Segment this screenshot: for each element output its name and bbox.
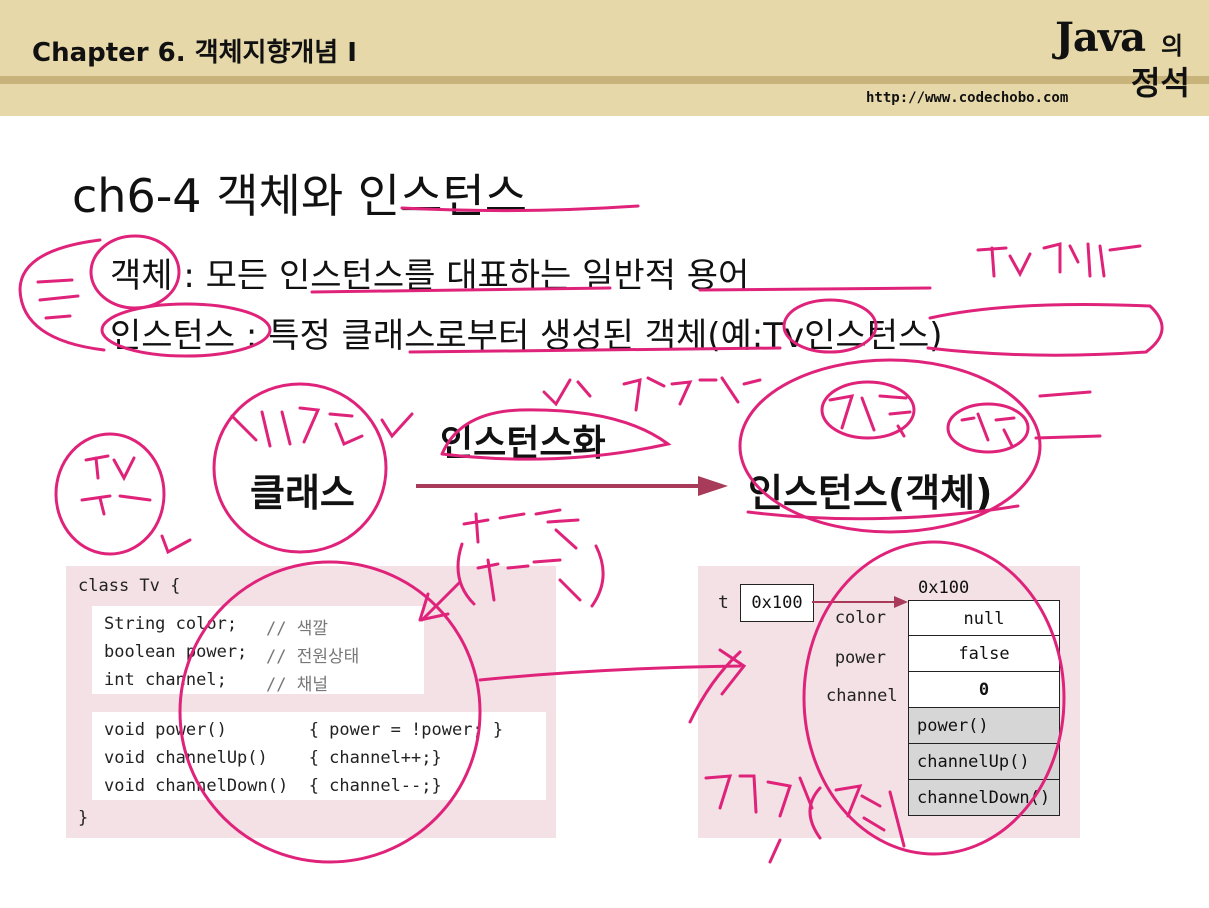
- logo-java-text: Java: [1055, 14, 1146, 61]
- field-value: false: [908, 636, 1060, 672]
- slide-title: ch6-4 객체와 인스턴스: [72, 169, 528, 223]
- chapter-title: Chapter 6. 객체지향개념 I: [32, 38, 357, 68]
- circle-use: [946, 402, 1030, 454]
- check-mark: [380, 412, 414, 439]
- field-label: power: [834, 648, 886, 668]
- code-line: boolean power;: [104, 642, 248, 662]
- definition-object: 객체 : 모든 인스턴스를 대표하는 일반적 용어: [110, 256, 750, 296]
- logo-ui-text: 의: [1161, 32, 1184, 60]
- site-url: http://www.codechobo.com: [866, 90, 1069, 106]
- java-logo: Java 의 정석: [1055, 14, 1195, 102]
- instantiate-word: 인스턴스화: [440, 423, 606, 464]
- code-line: void channelDown() { channel--;}: [104, 776, 442, 796]
- field-value: null: [908, 600, 1060, 636]
- object-address: 0x100: [918, 578, 970, 598]
- small-check: [542, 378, 592, 407]
- class-word: 클래스: [250, 471, 355, 515]
- product-create-note: [622, 376, 762, 412]
- instance-object-word: 인스턴스(객체): [748, 471, 993, 515]
- field-value: 0: [908, 672, 1060, 708]
- method-cell: channelDown(): [908, 780, 1060, 816]
- left-scribble: [36, 278, 80, 320]
- design-note: [230, 406, 364, 448]
- logo-jeong-text: 정석: [1131, 64, 1190, 102]
- circle-product: [820, 380, 916, 440]
- left-bracket-mark: [18, 238, 106, 352]
- field-label: channel: [826, 686, 898, 706]
- header-band: [0, 76, 1209, 84]
- tv-class-note: [80, 454, 192, 555]
- code-line: void power() { power = !power; }: [104, 720, 504, 740]
- tv-object-note: [976, 242, 1142, 278]
- field-label: color: [834, 608, 886, 628]
- bracket-tv-instance: [926, 303, 1164, 357]
- class-design-note: [462, 508, 580, 550]
- object-table: null false 0 power() channelUp() channel…: [908, 600, 1060, 816]
- instantiate-arrow: [416, 476, 728, 496]
- definition-instance: 인스턴스 : 특정 클래스로부터 생성된 객체(예:Tv인스턴스): [110, 316, 943, 356]
- code-comment: // 색깔: [266, 619, 328, 639]
- method-cell: channelUp(): [908, 744, 1060, 780]
- method-cell: power(): [908, 708, 1060, 744]
- reference-name: t: [718, 592, 729, 613]
- product-note: [828, 394, 912, 438]
- circle-tv-class: [54, 432, 166, 556]
- use-note: [960, 390, 1102, 448]
- code-line: String color;: [104, 614, 238, 634]
- code-line: int channel;: [104, 670, 227, 690]
- code-comment: // 채널: [266, 675, 328, 695]
- code-line: }: [78, 808, 89, 828]
- code-line: class Tv {: [78, 576, 181, 596]
- code-line: void channelUp() { channel++;}: [104, 748, 442, 768]
- reference-cell: 0x100: [740, 584, 814, 622]
- object-bottom-line: [768, 838, 782, 864]
- code-comment: // 전원상태: [266, 647, 360, 667]
